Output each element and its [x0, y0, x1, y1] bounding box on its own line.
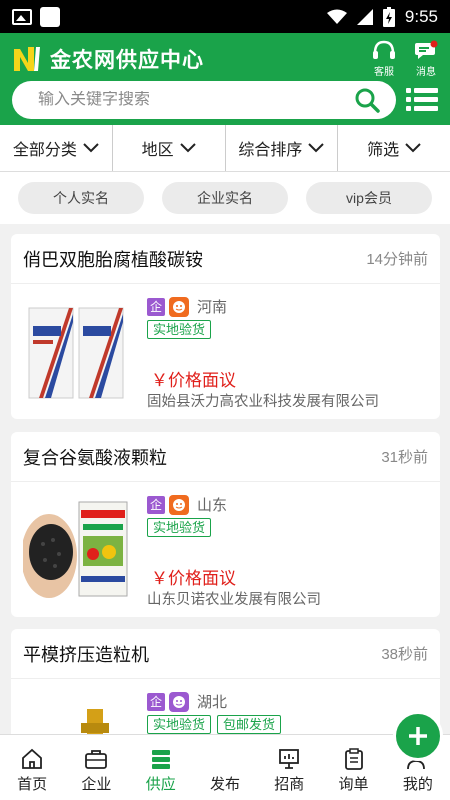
customer-service-label: 客服	[374, 67, 394, 78]
listing-card[interactable]: 平模挤压造粒机 38秒前 企 湖北 实地验货 包邮发货	[11, 629, 440, 749]
list-icon	[406, 88, 438, 111]
enterprise-badge: 企	[147, 692, 165, 711]
verified-inspection-badge: 实地验货	[147, 320, 212, 339]
search-input[interactable]	[38, 91, 354, 109]
nav-home[interactable]: 首页	[0, 735, 64, 800]
nav-inquiry-label: 询单	[338, 776, 369, 793]
messages-button[interactable]: 消息	[414, 40, 438, 78]
clock: 9:55	[404, 6, 438, 26]
nav-home-label: 首页	[17, 776, 48, 793]
listing-time: 38秒前	[381, 646, 428, 663]
app-logo-icon	[14, 47, 40, 71]
listing-company: 山东贝诺农业发展有限公司	[147, 592, 321, 608]
chip-enterprise-verified[interactable]: 企业实名	[162, 182, 288, 214]
filter-more[interactable]: 筛选	[338, 125, 450, 171]
cellular-signal-icon	[356, 8, 373, 25]
product-image	[23, 298, 129, 402]
filter-sort[interactable]: 综合排序	[226, 125, 339, 171]
verified-inspection-badge: 实地验货	[147, 715, 212, 734]
filter-region-label: 地区	[141, 142, 174, 159]
listing-card[interactable]: 俏巴双胞胎腐植酸碳铵 14分钟前 企 河南 实地验货 ￥价格面议 固始县沃力高农…	[11, 234, 440, 419]
plus-icon	[408, 727, 427, 745]
battery-charging-icon	[382, 6, 395, 27]
briefcase-icon	[85, 750, 108, 769]
customer-service-button[interactable]: 客服	[372, 40, 396, 78]
stack-icon	[151, 750, 170, 769]
app-header: 金农网供应中心 客服 消息	[0, 33, 450, 125]
nav-recruit[interactable]: 招商	[257, 735, 321, 800]
free-shipping-badge: 包邮发货	[217, 715, 282, 734]
listing-time: 31秒前	[381, 449, 428, 466]
nav-mine-label: 我的	[402, 776, 433, 793]
app-notification-icon	[40, 6, 60, 27]
listing-price: ￥价格面议	[151, 569, 236, 588]
messages-label: 消息	[416, 67, 436, 78]
enterprise-badge: 企	[147, 495, 165, 514]
filter-bar: 全部分类 地区 综合排序 筛选	[0, 125, 450, 172]
listing-title: 平模挤压造粒机	[23, 644, 149, 665]
product-image	[23, 496, 129, 600]
presentation-board-icon	[279, 749, 300, 769]
app-title: 金农网供应中心	[50, 49, 204, 72]
chip-personal-verified[interactable]: 个人实名	[18, 182, 144, 214]
seller-badge-icon	[169, 494, 189, 515]
listing-company: 固始县沃力高农业科技发展有限公司	[147, 394, 379, 410]
message-bubble-icon	[415, 40, 438, 59]
nav-supply-label: 供应	[145, 776, 176, 793]
nav-enterprise-label: 企业	[81, 776, 112, 793]
nav-enterprise[interactable]: 企业	[64, 735, 128, 800]
listing-title: 复合谷氨酸液颗粒	[23, 447, 167, 468]
status-bar: 9:55	[0, 0, 450, 33]
verified-inspection-badge: 实地验货	[147, 518, 212, 537]
listing-card[interactable]: 复合谷氨酸液颗粒 31秒前 企 山东 实地验货 ￥价格面议 山东贝诺农业发展有限…	[11, 432, 440, 617]
listing-time: 14分钟前	[366, 251, 428, 268]
listing-price: ￥价格面议	[151, 371, 236, 390]
nav-publish-label: 发布	[209, 776, 240, 793]
listing-title: 俏巴双胞胎腐植酸碳铵	[23, 249, 203, 270]
nav-recruit-label: 招商	[274, 776, 305, 793]
seller-badge-icon	[169, 296, 189, 317]
search-icon[interactable]	[354, 87, 380, 113]
bottom-navigation: 首页 企业 供应 发布 招商 询单 我的	[0, 711, 450, 800]
filter-region[interactable]: 地区	[113, 125, 226, 171]
filter-sort-label: 综合排序	[238, 142, 303, 159]
listing-region: 山东	[197, 497, 228, 514]
filter-category[interactable]: 全部分类	[0, 125, 113, 171]
chevron-down-icon	[405, 143, 421, 153]
chevron-down-icon	[308, 143, 325, 153]
enterprise-badge: 企	[147, 297, 165, 316]
filter-category-label: 全部分类	[12, 142, 77, 159]
chevron-down-icon	[83, 143, 99, 153]
search-bar[interactable]	[12, 81, 396, 119]
headset-icon	[373, 40, 395, 59]
nav-publish[interactable]: 发布	[193, 711, 443, 800]
nav-supply[interactable]: 供应	[129, 735, 193, 800]
clipboard-icon	[344, 748, 363, 770]
listing-region: 河南	[197, 299, 228, 316]
listing-region: 湖北	[197, 694, 228, 711]
verification-chips: 个人实名 企业实名 vip会员	[0, 172, 450, 224]
home-icon	[22, 748, 43, 769]
filter-more-label: 筛选	[367, 142, 400, 159]
seller-badge-icon	[169, 691, 189, 712]
list-view-button[interactable]	[404, 82, 440, 118]
nav-inquiry[interactable]: 询单	[321, 735, 385, 800]
publish-button[interactable]	[392, 711, 443, 761]
gallery-notification-icon	[12, 8, 32, 25]
chevron-down-icon	[179, 143, 196, 153]
chip-vip-member[interactable]: vip会员	[306, 182, 432, 214]
wifi-icon	[326, 9, 347, 24]
